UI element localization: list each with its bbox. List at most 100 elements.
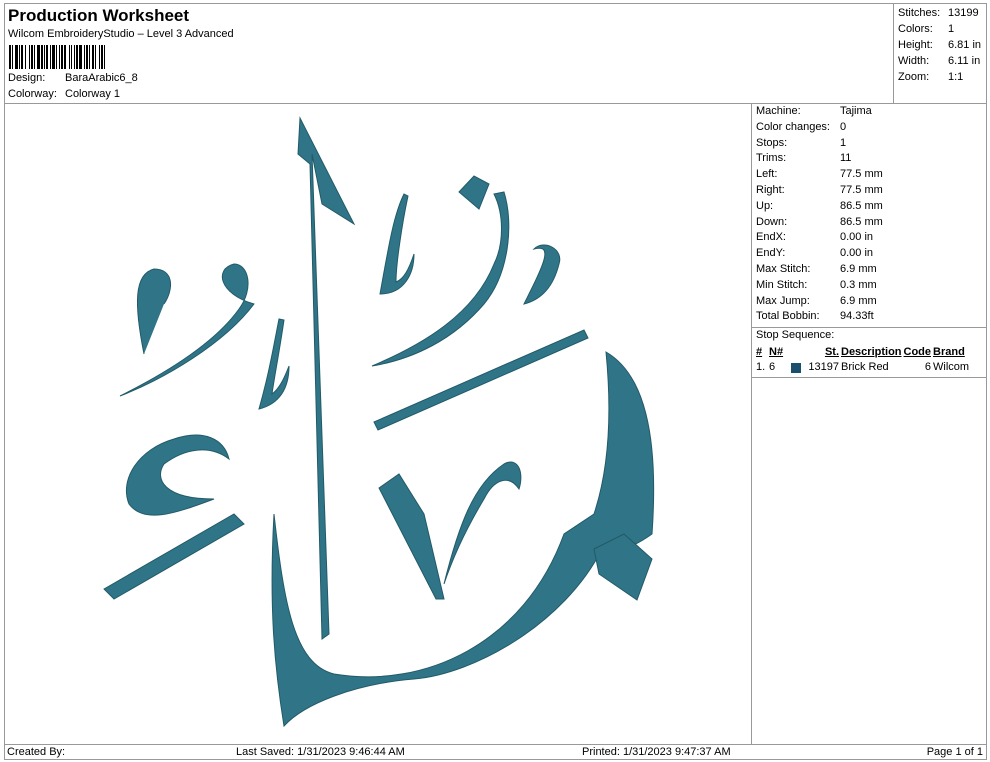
design-label: Design: [8, 72, 46, 84]
design-preview [4, 104, 752, 744]
machine-row: Right: 77.5 mm [752, 183, 987, 199]
machine-value: 86.5 mm [840, 215, 883, 228]
machine-value: 0.00 in [840, 231, 874, 244]
machine-value: 6.9 mm [840, 262, 877, 275]
machine-value: 11 [840, 152, 852, 165]
footer: Created By: Last Saved: 1/31/2023 9:46:4… [4, 744, 987, 760]
machine-row: EndX: 0.00 in [752, 230, 987, 246]
last-saved: Last Saved: 1/31/2023 9:46:44 AM [236, 746, 405, 758]
machine-row: Min Stitch: 0.3 mm [752, 278, 987, 294]
design-stroke [373, 329, 589, 431]
machine-row: Trims: 11 [752, 151, 987, 167]
header: Production Worksheet Wilcom EmbroiderySt… [4, 3, 987, 104]
barcode [9, 45, 197, 69]
stat-value: 1:1 [948, 71, 964, 83]
printed-date: Printed: 1/31/2023 9:47:37 AM [582, 746, 731, 758]
machine-row: EndY: 0.00 in [752, 246, 987, 262]
row-brand: Wilcom [933, 361, 970, 374]
stat-label: Zoom: [898, 71, 930, 83]
machine-value: 0.00 in [840, 247, 874, 260]
row-needle: 6 [769, 361, 776, 374]
design-stroke [125, 434, 230, 516]
machine-value: 77.5 mm [840, 183, 883, 196]
machine-row: Stops: 1 [752, 136, 987, 152]
stat-value: 6.81 in [948, 39, 982, 51]
page-title: Production Worksheet [8, 6, 190, 25]
design-stroke [379, 193, 415, 295]
machine-row: Total Bobbin: 94.33ft [752, 309, 987, 325]
machine-label: Trims: [756, 152, 787, 165]
machine-value: 0 [840, 120, 847, 133]
col-description: Description [841, 345, 902, 358]
colorway-value: Colorway 1 [65, 88, 121, 100]
machine-label: Total Bobbin: [756, 310, 820, 323]
design-row: Design: BaraArabic6_8 [8, 72, 138, 84]
machine-info-panel: Machine: Tajima Color changes: 0 Stops: 1 Trim… [752, 104, 987, 744]
machine-label: Down: [756, 215, 788, 228]
stat-value: 1 [948, 23, 955, 35]
stat-row: Colors: 1 [898, 21, 987, 37]
machine-row: Machine: Tajima [752, 104, 987, 120]
design-stroke [137, 268, 172, 355]
embroidery-design [103, 116, 655, 728]
machine-row: Down: 86.5 mm [752, 215, 987, 231]
table-header: # N# St. Description Code Brand [756, 344, 971, 360]
design-stroke [458, 175, 490, 210]
colorway-label: Colorway: [8, 88, 57, 100]
stat-value: 6.11 in [948, 55, 981, 67]
stat-label: Width: [898, 55, 930, 67]
row-description: Brick Red [841, 361, 889, 374]
machine-row: Color changes: 0 [752, 120, 987, 136]
machine-label: Max Jump: [756, 294, 810, 307]
row-num: 1. [756, 361, 766, 374]
machine-row: Max Stitch: 6.9 mm [752, 262, 987, 278]
machine-value: 86.5 mm [840, 199, 883, 212]
stat-label: Stitches: [898, 7, 941, 19]
stat-label: Height: [898, 39, 933, 51]
col-stitches: St. [824, 345, 839, 358]
stat-row: Zoom: 1:1 [898, 69, 987, 85]
row-code: 6 [924, 361, 932, 374]
machine-label: Machine: [756, 105, 801, 117]
machine-label: Min Stitch: [756, 278, 808, 291]
design-stroke [103, 513, 245, 600]
col-num: # [756, 345, 763, 358]
table-row: 1. 6 13197 Brick Red 6 Wilcom [756, 360, 971, 375]
stats-box: Stitches: 13199 Colors: 1 Height: 6.81 in W… [893, 3, 987, 104]
row-stitches: 13197 [808, 361, 839, 374]
machine-label: Right: [756, 183, 785, 196]
stat-label: Colors: [898, 23, 933, 35]
machine-value: 1 [840, 136, 847, 149]
stat-row: Height: 6.81 in [898, 37, 987, 53]
stop-sequence-title: Stop Sequence: [756, 329, 835, 342]
machine-value: 0.3 mm [840, 278, 877, 291]
machine-label: Stops: [756, 136, 788, 149]
created-by: Created By: [7, 746, 66, 758]
machine-value: 6.9 mm [840, 294, 877, 307]
machine-value: Tajima [840, 105, 872, 117]
stop-sequence-table: # N# St. Description Code Brand 1. 6 131… [756, 344, 971, 375]
machine-label: Up: [756, 199, 774, 212]
machine-label: EndX: [756, 231, 786, 244]
page-number: Page 1 of 1 [926, 746, 983, 758]
row-stitches-cell: 13197 [791, 360, 841, 375]
machine-label: EndY: [756, 247, 786, 260]
design-stroke [258, 318, 290, 410]
design-stroke [523, 244, 561, 305]
machine-label: Left: [756, 168, 778, 181]
software-name: Wilcom EmbroideryStudio – Level 3 Advanc… [8, 28, 234, 40]
machine-row: Left: 77.5 mm [752, 167, 987, 183]
machine-row: Up: 86.5 mm [752, 199, 987, 215]
stat-row: Width: 6.11 in [898, 53, 987, 69]
machine-row: Max Jump: 6.9 mm [752, 294, 987, 310]
col-brand: Brand [933, 345, 965, 358]
design-value: BaraArabic6_8 [65, 72, 138, 84]
design-stroke [297, 116, 356, 640]
colorway-row: Colorway: Colorway 1 [8, 88, 120, 100]
machine-label: Max Stitch: [756, 262, 811, 275]
machine-value: 94.33ft [840, 310, 874, 323]
col-needle: N# [769, 345, 784, 358]
machine-value: 77.5 mm [840, 168, 883, 181]
design-stroke [443, 461, 522, 585]
machine-label: Color changes: [756, 120, 830, 133]
